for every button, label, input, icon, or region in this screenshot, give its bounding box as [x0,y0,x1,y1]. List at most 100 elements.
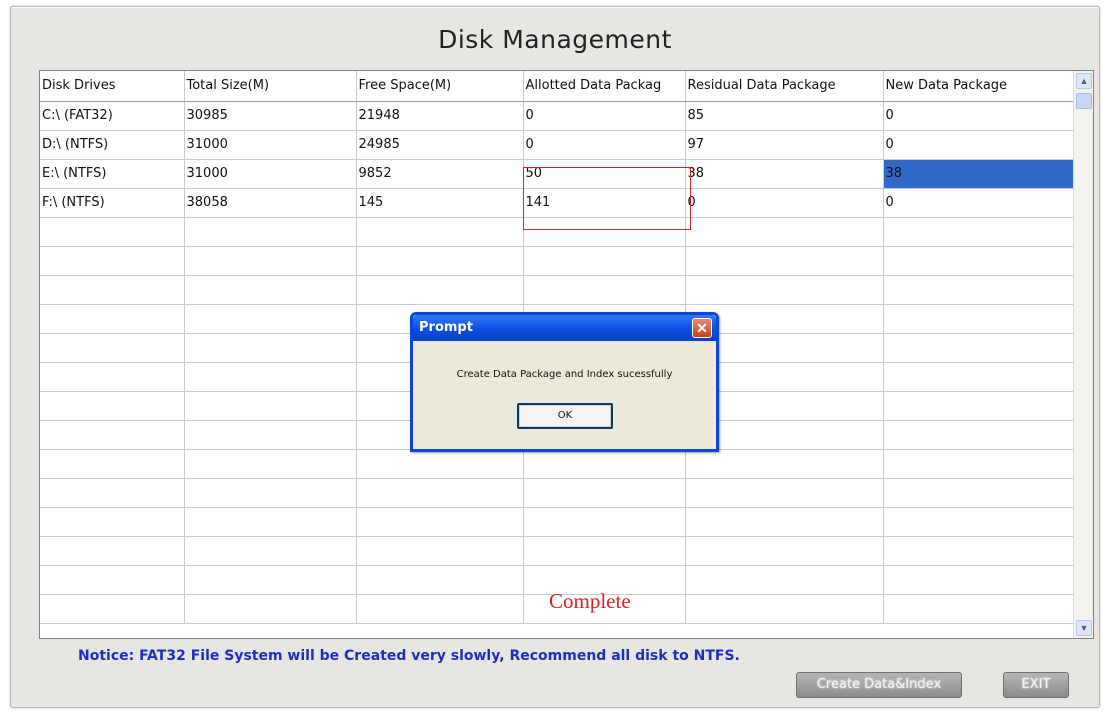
empty-cell[interactable] [184,565,357,595]
empty-cell[interactable] [685,507,884,537]
column-header-free-space[interactable]: Free Space(M) [356,71,524,102]
column-header-residual-data-package[interactable]: Residual Data Package [685,71,884,102]
empty-cell[interactable] [883,217,1075,247]
empty-cell[interactable] [523,536,686,566]
empty-cell[interactable] [40,565,185,595]
table-cell[interactable]: F:\ (NTFS) [40,188,185,218]
column-header-total-size[interactable]: Total Size(M) [184,71,357,102]
empty-cell[interactable] [40,217,185,247]
empty-cell[interactable] [184,507,357,537]
column-header-allotted-data-package[interactable]: Allotted Data Packag [523,71,686,102]
table-cell[interactable]: 0 [883,188,1075,218]
empty-cell[interactable] [883,478,1075,508]
empty-cell[interactable] [184,536,357,566]
empty-cell[interactable] [40,594,185,624]
column-header-new-data-package[interactable]: New Data Package [883,71,1075,102]
empty-row[interactable] [40,275,1075,305]
empty-cell[interactable] [883,507,1075,537]
empty-row[interactable] [40,507,1075,537]
empty-cell[interactable] [184,478,357,508]
empty-cell[interactable] [40,391,185,421]
empty-cell[interactable] [40,449,185,479]
empty-cell[interactable] [883,333,1075,363]
empty-cell[interactable] [883,391,1075,421]
empty-cell[interactable] [883,246,1075,276]
table-row[interactable]: F:\ (NTFS) 38058 145 141 0 0 [40,188,1075,218]
table-cell[interactable]: 9852 [356,159,524,189]
empty-cell[interactable] [883,275,1075,305]
empty-cell[interactable] [40,478,185,508]
empty-cell[interactable] [685,536,884,566]
empty-cell[interactable] [356,507,524,537]
table-cell[interactable]: 50 [523,159,686,189]
table-cell[interactable]: 141 [523,188,686,218]
empty-cell[interactable] [184,391,357,421]
empty-cell[interactable] [685,449,884,479]
empty-cell[interactable] [40,275,185,305]
empty-cell[interactable] [356,449,524,479]
empty-cell[interactable] [883,536,1075,566]
empty-cell[interactable] [184,449,357,479]
empty-cell[interactable] [40,536,185,566]
empty-cell[interactable] [356,536,524,566]
empty-cell[interactable] [40,420,185,450]
empty-cell[interactable] [184,275,357,305]
empty-cell[interactable] [685,275,884,305]
empty-cell[interactable] [356,217,524,247]
table-cell[interactable]: 30985 [184,101,357,131]
empty-cell[interactable] [523,217,686,247]
empty-cell[interactable] [40,507,185,537]
table-cell[interactable]: 97 [685,130,884,160]
empty-cell[interactable] [40,362,185,392]
table-cell[interactable]: 0 [883,130,1075,160]
empty-row[interactable] [40,246,1075,276]
empty-cell[interactable] [883,362,1075,392]
ok-button[interactable]: OK [517,403,613,429]
empty-cell[interactable] [40,333,185,363]
empty-row[interactable] [40,478,1075,508]
empty-row[interactable] [40,217,1075,247]
empty-row[interactable] [40,449,1075,479]
empty-cell[interactable] [883,594,1075,624]
empty-cell[interactable] [184,594,357,624]
empty-cell[interactable] [184,333,357,363]
empty-row[interactable] [40,536,1075,566]
empty-cell[interactable] [523,478,686,508]
empty-cell[interactable] [356,565,524,595]
table-cell[interactable]: C:\ (FAT32) [40,101,185,131]
empty-cell[interactable] [685,246,884,276]
empty-cell[interactable] [40,246,185,276]
scroll-thumb[interactable] [1076,93,1092,109]
empty-cell[interactable] [184,362,357,392]
table-row[interactable]: C:\ (FAT32) 30985 21948 0 85 0 [40,101,1075,131]
empty-cell[interactable] [356,478,524,508]
table-cell[interactable]: 31000 [184,130,357,160]
empty-cell[interactable] [184,246,357,276]
dialog-titlebar[interactable]: Prompt ✕ [413,315,716,341]
empty-cell[interactable] [523,449,686,479]
table-row[interactable]: D:\ (NTFS) 31000 24985 0 97 0 [40,130,1075,160]
table-cell-selected[interactable]: 38 [883,159,1075,189]
empty-cell[interactable] [523,246,686,276]
empty-cell[interactable] [883,420,1075,450]
create-data-index-button[interactable]: Create Data&Index [796,672,962,698]
table-cell[interactable]: 85 [685,101,884,131]
table-cell[interactable]: 0 [523,130,686,160]
table-cell[interactable]: E:\ (NTFS) [40,159,185,189]
column-header-disk-drives[interactable]: Disk Drives [40,71,185,102]
vertical-scrollbar[interactable]: ▲ ▼ [1073,71,1093,638]
scroll-up-icon[interactable]: ▲ [1076,73,1092,89]
close-icon[interactable]: ✕ [692,318,712,338]
exit-button[interactable]: EXIT [1003,672,1069,698]
empty-cell[interactable] [356,275,524,305]
empty-cell[interactable] [40,304,185,334]
table-cell[interactable]: 0 [523,101,686,131]
empty-cell[interactable] [685,594,884,624]
table-cell[interactable]: 38 [685,159,884,189]
empty-cell[interactable] [356,594,524,624]
empty-cell[interactable] [685,478,884,508]
table-cell[interactable]: 38058 [184,188,357,218]
empty-cell[interactable] [523,275,686,305]
empty-cell[interactable] [523,507,686,537]
table-cell[interactable]: 0 [685,188,884,218]
